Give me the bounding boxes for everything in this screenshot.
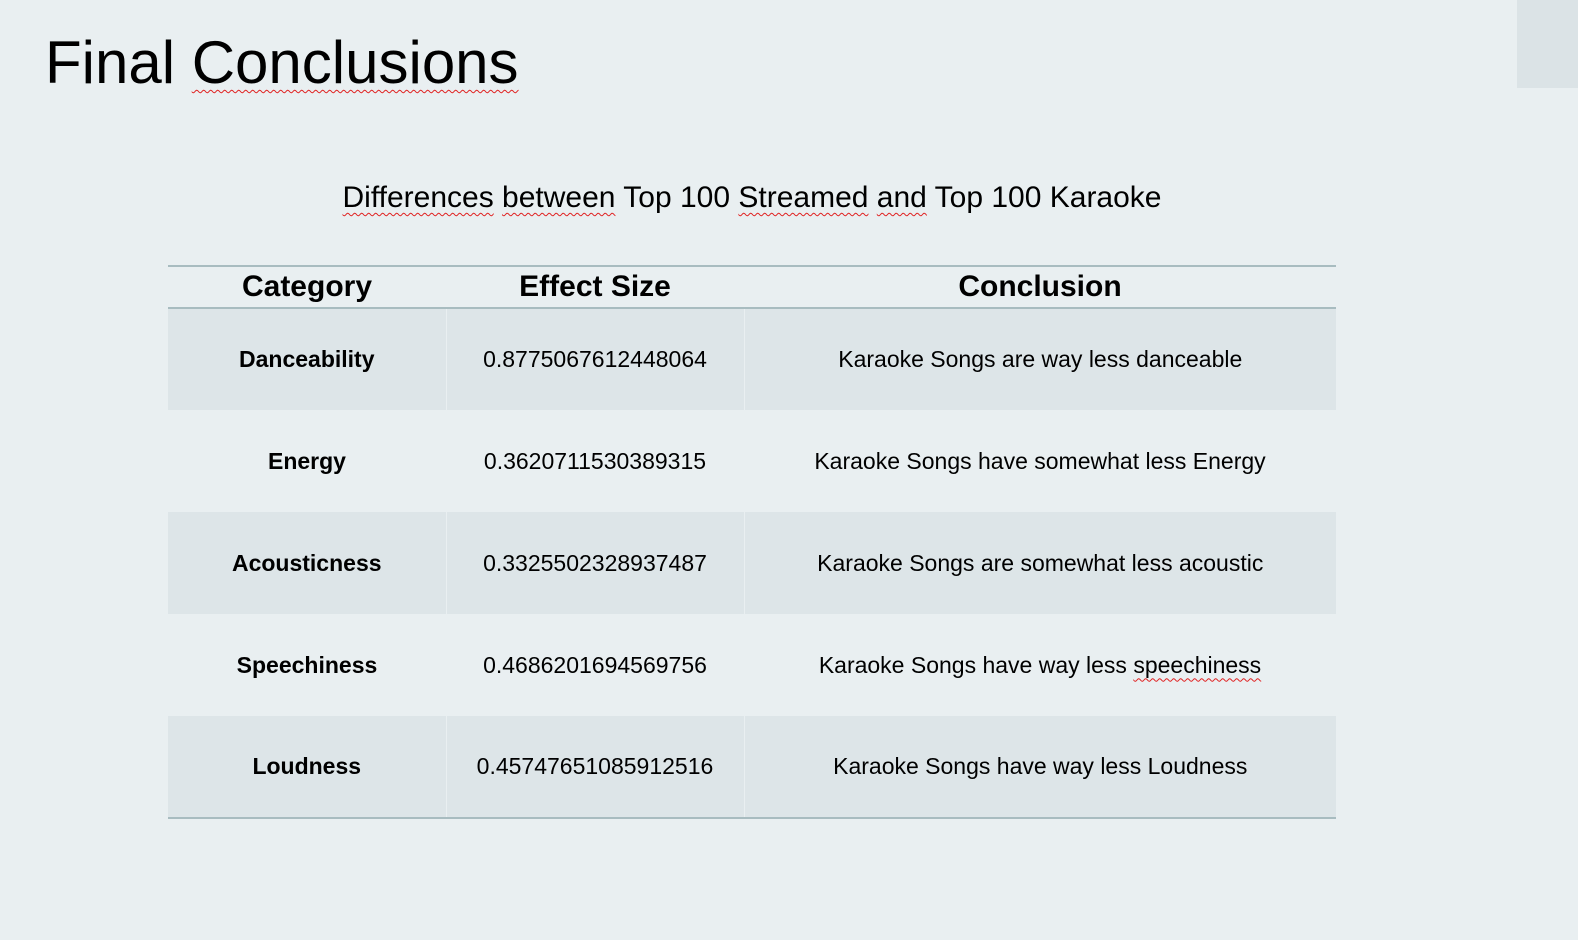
caption-text: Top 100 [615,181,739,214]
category-cell: Danceability [239,346,375,372]
conclusion-cell: Karaoke Songs are somewhat less acoustic [743,512,1336,614]
table-row: Loudness 0.45747651085912516 Karaoke Son… [168,716,1336,818]
conclusion-cell: Karaoke Songs have way less Loudness [743,716,1336,818]
effect-size-cell: 0.45747651085912516 [445,716,744,818]
conclusion-cell: Karaoke Songs have way less speechiness [744,614,1336,716]
conclusion-cell: Karaoke Songs are way less danceable [743,308,1336,410]
caption-word: between [502,181,616,214]
table-caption: Differences between Top 100 Streamed and… [168,180,1336,216]
header-effect-size: Effect Size [519,270,671,303]
header-conclusion: Conclusion [958,270,1122,303]
caption-word: Differences [342,181,494,214]
conclusion-text: Karaoke Songs have way less Loudness [833,753,1248,779]
effect-size-cell: 0.3325502328937487 [445,512,744,614]
caption-word: and [876,181,927,214]
slide-title-plain: Final [45,29,192,96]
caption-text [868,181,876,214]
table-row: Danceability 0.8775067612448064 Karaoke … [168,308,1336,410]
caption-text [494,181,502,214]
category-cell: Speechiness [236,651,378,678]
table-row: Energy 0.3620711530389315 Karaoke Songs … [168,410,1336,512]
caption-text: Top 100 Karaoke [926,181,1162,214]
effect-size-cell: 0.8775067612448064 [445,308,744,410]
table-row: Acousticness 0.3325502328937487 Karaoke … [168,512,1336,614]
conclusion-text: Karaoke Songs have way less [818,651,1134,678]
slide-title-flagged-word: Conclusions [191,29,519,96]
conclusion-text: Karaoke Songs are way less danceable [838,346,1243,372]
table-body: Danceability 0.8775067612448064 Karaoke … [168,308,1336,818]
table-header: Category Effect Size Conclusion [168,266,1336,308]
conclusion-text: Karaoke Songs are somewhat less acoustic [817,549,1264,576]
corner-tab [1517,0,1578,88]
caption-word: Streamed [738,181,869,214]
slide-title: Final Conclusions [45,30,519,96]
table-row: Speechiness 0.4686201694569756 Karaoke S… [168,614,1336,716]
results-table: Category Effect Size Conclusion Danceabi… [168,265,1336,819]
effect-size-cell: 0.3620711530389315 [483,447,707,474]
category-cell: Energy [268,447,346,474]
conclusion-flagged-word: speechiness [1133,651,1262,678]
effect-size-cell: 0.4686201694569756 [483,651,707,678]
conclusion-text: Karaoke Songs have somewhat less Energy [814,447,1266,474]
header-category: Category [241,270,373,303]
header-row: Category Effect Size Conclusion [168,266,1336,308]
conclusion-cell: Karaoke Songs have somewhat less Energy [744,410,1336,512]
category-cell: Loudness [252,753,362,779]
category-cell: Acousticness [231,549,382,576]
